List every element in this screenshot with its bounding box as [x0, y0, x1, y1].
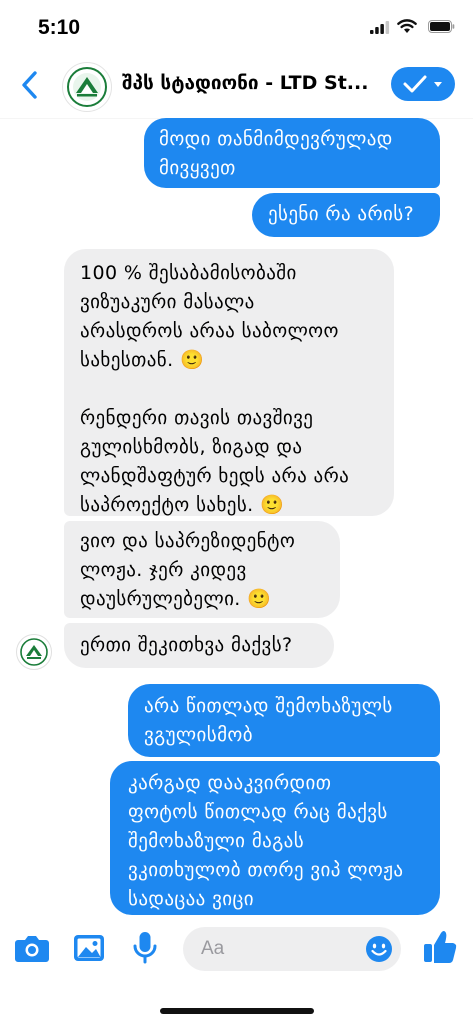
back-icon[interactable]: [20, 70, 38, 100]
conversation-title[interactable]: შპს სტადიონი - LTD St...: [122, 72, 387, 94]
message-outgoing[interactable]: კარგად დააკვირდით ფოტოს წითლად რაც მაქვს…: [110, 761, 440, 915]
message-incoming[interactable]: ვიო და საპრეზიდენტო ლოჟა. ჯერ კიდევ დაუს…: [64, 521, 340, 618]
wifi-icon: [397, 19, 417, 33]
stadium-logo-icon: [67, 67, 107, 107]
message-outgoing[interactable]: ესენი რა არის?: [252, 193, 440, 237]
cellular-signal-icon: [370, 21, 390, 34]
sender-avatar[interactable]: [16, 634, 52, 670]
stadium-logo-icon: [20, 638, 48, 666]
message-input-placeholder: Aa: [201, 938, 225, 959]
message-outgoing[interactable]: მოდი თანმიმდევრულად მივყვეთ: [144, 118, 440, 188]
camera-icon[interactable]: [14, 932, 50, 964]
mark-done-button[interactable]: [391, 67, 455, 101]
photo-icon[interactable]: [72, 932, 106, 964]
battery-icon: [428, 20, 455, 33]
status-bar: 5:10: [0, 0, 473, 54]
home-indicator: [160, 1008, 314, 1014]
message-outgoing[interactable]: არა წითლად შემოხაზულს ვგულისმობ: [128, 684, 440, 757]
emoji-icon[interactable]: [365, 935, 393, 963]
message-incoming[interactable]: 100 % შესაბამისობაში ვიზუაკური მასალა არ…: [64, 249, 394, 516]
message-composer: Aa: [0, 918, 473, 1024]
checkmark-icon: [403, 75, 442, 93]
status-time: 5:10: [38, 16, 81, 39]
avatar[interactable]: [62, 62, 112, 112]
message-incoming[interactable]: ერთი შეკითხვა მაქვს?: [64, 623, 334, 668]
chat-header: შპს სტადიონი - LTD St...: [0, 54, 473, 118]
microphone-icon[interactable]: [131, 930, 159, 966]
thumbs-up-icon[interactable]: [422, 928, 458, 966]
message-input[interactable]: Aa: [183, 927, 401, 971]
